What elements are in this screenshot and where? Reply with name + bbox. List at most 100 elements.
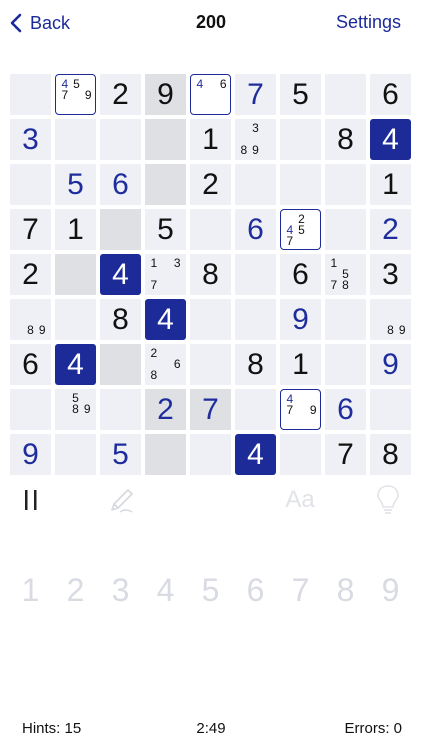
numpad-key-5[interactable]: 5 — [190, 568, 231, 612]
board-cell[interactable] — [325, 74, 366, 115]
board-cell[interactable] — [100, 209, 141, 250]
board-cell[interactable]: 89 — [370, 299, 411, 340]
board-cell[interactable]: 9 — [10, 434, 51, 475]
board-cell[interactable]: 2 — [100, 74, 141, 115]
board-cell[interactable]: 5 — [55, 164, 96, 205]
pencil-notes-button[interactable] — [100, 482, 144, 518]
board-cell[interactable] — [190, 209, 231, 250]
board-cell[interactable]: 9 — [370, 344, 411, 385]
board-cell[interactable] — [325, 344, 366, 385]
settings-button[interactable]: Settings — [336, 12, 401, 33]
board-cell[interactable]: 589 — [55, 389, 96, 430]
board-cell[interactable]: 9 — [280, 299, 321, 340]
board-cell[interactable] — [100, 389, 141, 430]
board-cell[interactable]: 389 — [235, 119, 276, 160]
numpad-key-6[interactable]: 6 — [235, 568, 276, 612]
board-cell[interactable]: 6 — [235, 209, 276, 250]
board-cell[interactable]: 1578 — [325, 254, 366, 295]
numpad-key-1[interactable]: 1 — [10, 568, 51, 612]
hint-button[interactable] — [366, 482, 410, 518]
board-cell[interactable] — [370, 389, 411, 430]
board-cell[interactable]: 5 — [280, 74, 321, 115]
numpad-key-7[interactable]: 7 — [280, 568, 321, 612]
board-cell[interactable]: 479 — [280, 389, 321, 430]
board-cell[interactable]: 4 — [145, 299, 186, 340]
board-cell[interactable]: 2 — [190, 164, 231, 205]
board-cell[interactable] — [190, 344, 231, 385]
board-cell[interactable]: 2 — [10, 254, 51, 295]
board-cell[interactable] — [190, 299, 231, 340]
board-cell[interactable]: 6 — [370, 74, 411, 115]
board-cell[interactable] — [235, 164, 276, 205]
cell-value: 4 — [112, 257, 129, 291]
board-cell[interactable]: 8 — [370, 434, 411, 475]
board-cell[interactable] — [145, 119, 186, 160]
board-cell[interactable] — [10, 74, 51, 115]
board-cell[interactable]: 89 — [10, 299, 51, 340]
board-cell[interactable]: 7 — [325, 434, 366, 475]
board-cell[interactable]: 2 6 8 — [145, 344, 186, 385]
board-cell[interactable] — [235, 389, 276, 430]
numpad-key-2[interactable]: 2 — [55, 568, 96, 612]
board-cell[interactable]: 6 — [280, 254, 321, 295]
board-cell[interactable] — [10, 164, 51, 205]
board-cell[interactable]: 7 — [235, 74, 276, 115]
board-cell[interactable] — [325, 164, 366, 205]
numpad-key-8[interactable]: 8 — [325, 568, 366, 612]
board-cell[interactable]: 9 — [145, 74, 186, 115]
board-cell[interactable]: 4 — [235, 434, 276, 475]
board-cell[interactable] — [325, 299, 366, 340]
board-cell[interactable] — [100, 344, 141, 385]
numpad-key-3[interactable]: 3 — [100, 568, 141, 612]
pause-button[interactable] — [10, 482, 54, 518]
board-cell[interactable]: 8 — [100, 299, 141, 340]
board-cell[interactable]: 46 — [190, 74, 231, 115]
numpad-key-9[interactable]: 9 — [370, 568, 411, 612]
board-cell[interactable]: 1 3 7 — [145, 254, 186, 295]
board-cell[interactable] — [55, 254, 96, 295]
board-cell[interactable] — [190, 434, 231, 475]
board-cell[interactable]: 4 — [100, 254, 141, 295]
board-cell[interactable] — [280, 434, 321, 475]
board-cell[interactable] — [280, 119, 321, 160]
board-cell[interactable]: 2457 — [280, 209, 321, 250]
board-cell[interactable] — [235, 254, 276, 295]
board-cell[interactable]: 6 — [10, 344, 51, 385]
board-cell[interactable]: 4 — [55, 344, 96, 385]
board-cell[interactable]: 2 — [370, 209, 411, 250]
board-cell[interactable]: 4 — [370, 119, 411, 160]
board-cell[interactable]: 3 — [370, 254, 411, 295]
font-size-button[interactable]: Aa — [278, 482, 322, 518]
board-cell[interactable] — [145, 434, 186, 475]
board-cell[interactable]: 4579 — [55, 74, 96, 115]
board-cell[interactable]: 1 — [370, 164, 411, 205]
board-cell[interactable]: 1 — [55, 209, 96, 250]
back-button[interactable]: Back — [10, 11, 70, 35]
board-cell[interactable]: 8 — [325, 119, 366, 160]
note-digit: 9 — [398, 323, 406, 337]
board-cell[interactable]: 1 — [190, 119, 231, 160]
board-cell[interactable]: 7 — [10, 209, 51, 250]
cell-value: 9 — [292, 302, 309, 336]
board-cell[interactable]: 7 — [190, 389, 231, 430]
board-cell[interactable] — [100, 119, 141, 160]
board-cell[interactable]: 3 — [10, 119, 51, 160]
board-cell[interactable] — [280, 164, 321, 205]
board-cell[interactable]: 8 — [190, 254, 231, 295]
board-cell[interactable] — [55, 434, 96, 475]
board-cell[interactable]: 8 — [235, 344, 276, 385]
board-cell[interactable]: 6 — [325, 389, 366, 430]
board-cell[interactable] — [325, 209, 366, 250]
board-cell[interactable] — [55, 119, 96, 160]
board-cell[interactable]: 6 — [100, 164, 141, 205]
board-cell[interactable]: 5 — [100, 434, 141, 475]
board-cell[interactable]: 5 — [145, 209, 186, 250]
board-cell[interactable] — [145, 164, 186, 205]
board-cell[interactable] — [10, 389, 51, 430]
board-cell[interactable] — [235, 299, 276, 340]
numpad-key-4[interactable]: 4 — [145, 568, 186, 612]
board-cell[interactable]: 1 — [280, 344, 321, 385]
note-digit: 8 — [150, 368, 158, 382]
board-cell[interactable] — [55, 299, 96, 340]
board-cell[interactable]: 2 — [145, 389, 186, 430]
